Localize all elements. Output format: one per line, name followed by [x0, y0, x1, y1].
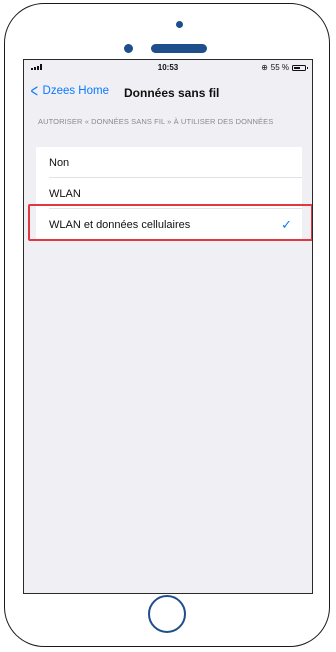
- option-label: WLAN et données cellulaires: [49, 218, 191, 231]
- back-button[interactable]: < Dzees Home: [29, 81, 109, 101]
- home-button[interactable]: [148, 595, 186, 633]
- back-button-label: Dzees Home: [42, 85, 109, 97]
- navigation-bar: < Dzees Home Données sans fil: [24, 80, 312, 104]
- status-right: ⊕ 55 %: [261, 63, 308, 72]
- status-bar: 10:53 ⊕ 55 %: [24, 60, 312, 76]
- battery-icon: [292, 64, 308, 71]
- phone-screen: 10:53 ⊕ 55 % < Dzees Home Données sans f…: [23, 59, 313, 594]
- proximity-sensor: [124, 44, 133, 53]
- option-label: WLAN: [49, 187, 81, 200]
- option-wlan[interactable]: WLAN: [36, 178, 302, 209]
- chevron-left-icon: <: [30, 81, 38, 101]
- section-header: AUTORISER « DONNÉES SANS FIL » À UTILISE…: [38, 117, 274, 126]
- page-title: Données sans fil: [124, 86, 220, 100]
- battery-percent: 55 %: [270, 63, 289, 72]
- option-label: Non: [49, 156, 70, 169]
- options-list: Non WLAN WLAN et données cellulaires ✓: [36, 147, 302, 240]
- orientation-lock-icon: ⊕: [261, 63, 268, 72]
- front-camera: [176, 21, 183, 28]
- option-non[interactable]: Non: [36, 147, 302, 178]
- earpiece-speaker: [151, 44, 207, 53]
- checkmark-icon: ✓: [281, 217, 292, 232]
- option-wlan-cellular[interactable]: WLAN et données cellulaires ✓: [36, 209, 302, 240]
